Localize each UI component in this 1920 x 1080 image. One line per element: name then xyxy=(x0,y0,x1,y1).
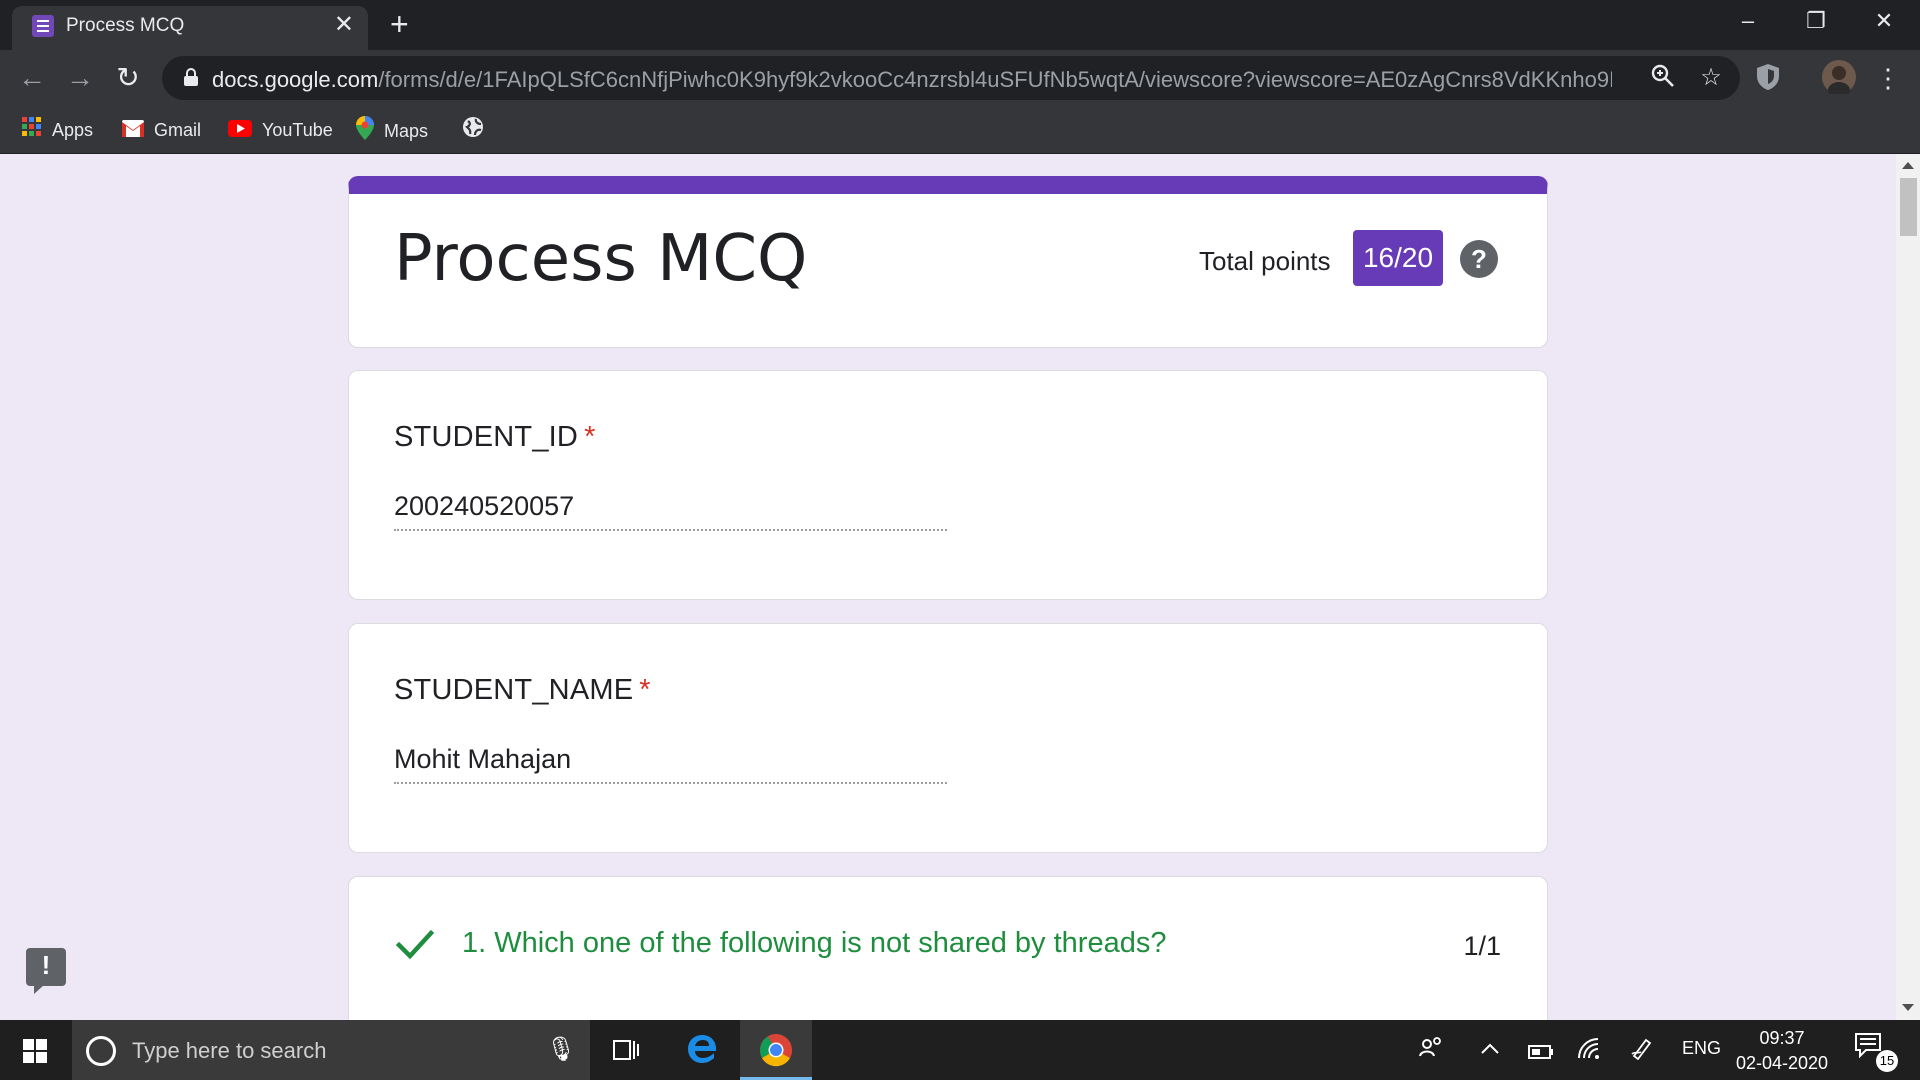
start-button[interactable] xyxy=(0,1020,72,1080)
browser-toolbar: ← → ↻ docs.google.com/forms/d/e/1FAIpQLS… xyxy=(0,50,1920,106)
chevron-up-icon[interactable] xyxy=(1480,1036,1500,1062)
maps-pin-icon xyxy=(356,116,374,148)
lock-icon xyxy=(184,68,198,86)
youtube-icon xyxy=(228,117,252,145)
question-card-student-name: STUDENT_NAME * Mohit Mahajan xyxy=(348,623,1548,853)
browser-menu-icon[interactable]: ⋮ xyxy=(1870,60,1906,96)
browser-tab[interactable]: Process MCQ ✕ xyxy=(12,6,368,50)
microphone-icon[interactable]: 🎙 xyxy=(546,1035,576,1064)
notification-count-badge: 15 xyxy=(1876,1050,1898,1072)
gmail-icon xyxy=(122,117,144,145)
score-badge: 16/20 xyxy=(1353,230,1443,286)
back-arrow-icon[interactable]: ← xyxy=(14,60,50,96)
reload-icon[interactable]: ↻ xyxy=(110,60,146,96)
forms-favicon-icon xyxy=(32,15,54,37)
address-bar[interactable]: docs.google.com/forms/d/e/1FAIpQLSfC6cnN… xyxy=(162,56,1740,100)
report-feedback-button[interactable]: ! xyxy=(26,948,66,994)
url-text[interactable]: docs.google.com/forms/d/e/1FAIpQLSfC6cnN… xyxy=(212,67,1612,93)
action-center-button[interactable]: 15 xyxy=(1854,1032,1898,1072)
scroll-down-arrow-icon[interactable] xyxy=(1902,1004,1914,1011)
page-scrollbar[interactable] xyxy=(1896,154,1920,1020)
people-icon[interactable] xyxy=(1418,1036,1444,1066)
correct-check-icon xyxy=(395,927,435,963)
restore-window-icon[interactable]: ❐ xyxy=(1782,0,1850,42)
page-viewport: Process MCQ Total points 16/20 ? STUDENT… xyxy=(0,154,1920,1020)
question-label: STUDENT_ID * xyxy=(394,421,596,453)
zoom-icon[interactable] xyxy=(1648,63,1678,93)
new-tab-plus-icon[interactable]: + xyxy=(390,6,409,42)
required-asterisk: * xyxy=(584,421,596,453)
scroll-up-arrow-icon[interactable] xyxy=(1902,162,1914,169)
taskbar-search-box[interactable]: Type here to search 🎙 xyxy=(72,1020,590,1080)
bookmark-youtube[interactable]: YouTube xyxy=(228,116,333,144)
cortana-icon xyxy=(86,1036,116,1066)
student-id-answer: 200240520057 xyxy=(394,491,947,531)
wifi-icon[interactable] xyxy=(1576,1036,1602,1066)
form-header-card: Process MCQ Total points 16/20 ? xyxy=(348,176,1548,348)
windows-logo-icon xyxy=(23,1039,47,1063)
chrome-taskbar-icon[interactable] xyxy=(740,1020,812,1080)
taskbar-clock[interactable]: 09:37 02-04-2020 xyxy=(1730,1026,1834,1076)
clock-time: 09:37 xyxy=(1759,1028,1805,1048)
mcq-points: 1/1 xyxy=(1463,931,1501,961)
battery-icon[interactable] xyxy=(1528,1040,1554,1066)
forward-arrow-icon[interactable]: → xyxy=(62,60,98,96)
scroll-thumb[interactable] xyxy=(1900,178,1917,236)
apps-grid-icon xyxy=(22,117,42,145)
bookmark-maps[interactable]: Maps xyxy=(356,116,428,144)
question-label: STUDENT_NAME * xyxy=(394,674,651,706)
student-name-answer: Mohit Mahajan xyxy=(394,744,947,784)
profile-avatar[interactable] xyxy=(1822,60,1856,98)
required-asterisk: * xyxy=(639,674,651,706)
edge-browser-icon[interactable] xyxy=(666,1020,738,1080)
help-icon[interactable]: ? xyxy=(1460,240,1498,278)
bookmark-globe[interactable] xyxy=(462,116,494,144)
total-points-label: Total points xyxy=(1199,246,1331,276)
mcq-card-1: 1. Which one of the following is not sha… xyxy=(348,876,1548,1020)
bookmarks-bar: Apps Gmail YouTube Maps xyxy=(0,106,1920,154)
extension-shield-icon[interactable] xyxy=(1754,62,1786,94)
form-title: Process MCQ xyxy=(394,222,808,296)
browser-tab-strip: Process MCQ ✕ + – ❐ ✕ xyxy=(0,0,1920,50)
bookmark-apps[interactable]: Apps xyxy=(22,116,93,144)
question-card-student-id: STUDENT_ID * 200240520057 xyxy=(348,370,1548,600)
task-view-icon[interactable] xyxy=(590,1020,662,1080)
language-indicator[interactable]: ENG xyxy=(1682,1038,1721,1059)
bookmark-star-icon[interactable]: ☆ xyxy=(1696,63,1726,93)
windows-taskbar: Type here to search 🎙 ENG 09:37 02-04-20… xyxy=(0,1020,1920,1080)
close-window-icon[interactable]: ✕ xyxy=(1850,0,1918,42)
tab-close-icon[interactable]: ✕ xyxy=(334,10,354,39)
bookmark-gmail[interactable]: Gmail xyxy=(122,116,201,144)
mcq-question-text: 1. Which one of the following is not sha… xyxy=(462,927,1167,959)
tab-title: Process MCQ xyxy=(66,15,185,36)
clock-date: 02-04-2020 xyxy=(1735,1053,1829,1073)
pen-ink-icon[interactable] xyxy=(1630,1036,1656,1066)
minimize-window-icon[interactable]: – xyxy=(1714,0,1782,42)
globe-icon xyxy=(462,116,484,146)
search-placeholder: Type here to search xyxy=(132,1038,327,1063)
